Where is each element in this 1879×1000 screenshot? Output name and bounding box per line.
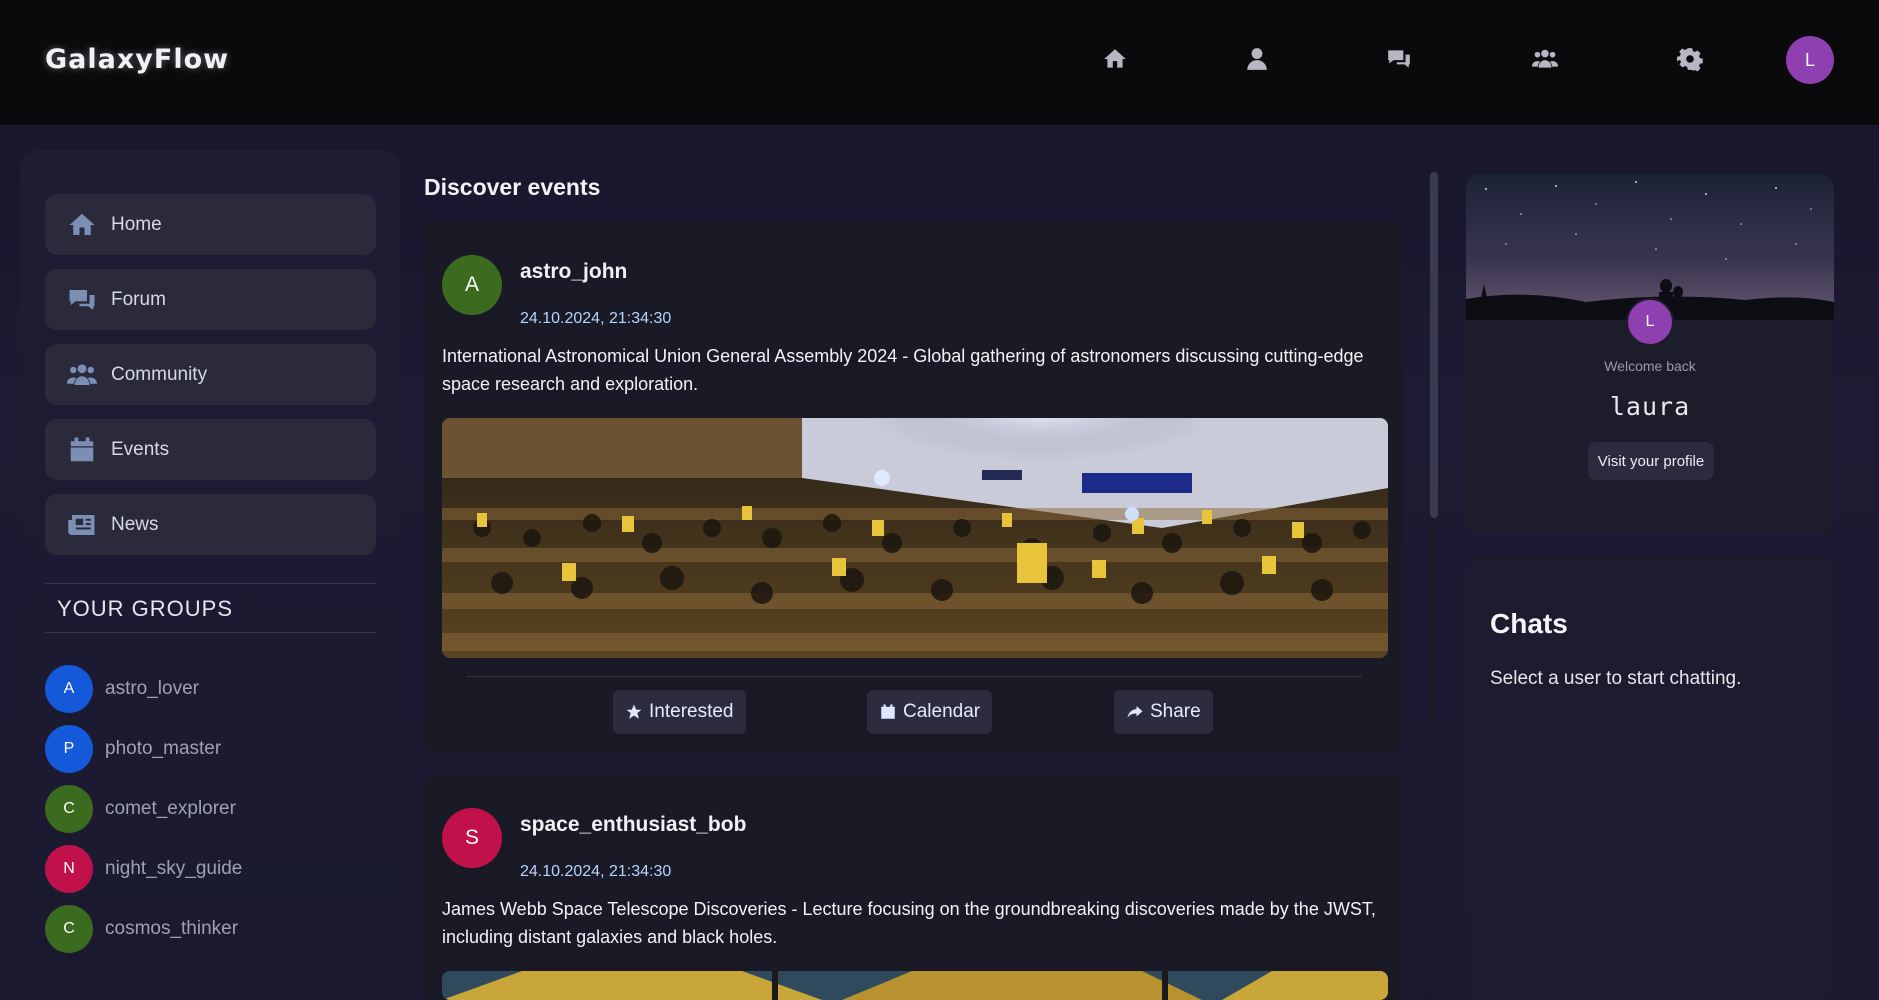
- sidebar-item-events[interactable]: Events: [45, 419, 376, 480]
- profile-card: L Welcome back laura Visit your profile: [1466, 174, 1834, 534]
- sidebar-item-label: News: [111, 513, 159, 535]
- event-date: 24.10.2024, 21:34:30: [520, 310, 672, 327]
- group-item-photo-master[interactable]: P photo_master: [45, 725, 221, 773]
- groups-heading: YOUR GROUPS: [45, 583, 376, 633]
- group-name: photo_master: [105, 738, 222, 759]
- user-icon[interactable]: [1242, 44, 1272, 74]
- users-icon[interactable]: [1530, 44, 1560, 74]
- calendar-button[interactable]: Calendar: [867, 690, 993, 734]
- group-name: astro_lover: [105, 678, 199, 699]
- user-avatar[interactable]: L: [1786, 36, 1834, 84]
- poster-name[interactable]: astro_john: [520, 260, 627, 284]
- chats-panel: Chats Select a user to start chatting.: [1466, 556, 1834, 1000]
- sidebar-item-label: Events: [111, 438, 170, 460]
- newspaper-icon: [68, 514, 95, 535]
- event-image[interactable]: [442, 971, 1388, 1000]
- group-avatar: C: [45, 785, 93, 833]
- group-avatar: A: [45, 665, 93, 713]
- group-avatar: C: [45, 905, 93, 953]
- visit-profile-button[interactable]: Visit your profile: [1588, 442, 1714, 480]
- poster-avatar[interactable]: A: [442, 255, 502, 315]
- group-name: night_sky_guide: [105, 858, 243, 879]
- sidebar-item-label: Home: [111, 213, 162, 235]
- sidebar-item-home[interactable]: Home: [45, 194, 376, 255]
- sidebar-item-label: Forum: [111, 288, 166, 310]
- share-button[interactable]: Share: [1114, 690, 1213, 734]
- home-icon[interactable]: [1100, 44, 1130, 74]
- feed-title: Discover events: [424, 174, 601, 200]
- group-name: comet_explorer: [105, 798, 236, 819]
- chats-empty-hint: Select a user to start chatting.: [1490, 668, 1742, 689]
- calendar-icon: [881, 704, 895, 719]
- share-label: Share: [1150, 701, 1201, 722]
- sidebar-item-forum[interactable]: Forum: [45, 269, 376, 330]
- group-item-astro-lover[interactable]: A astro_lover: [45, 665, 199, 713]
- calendar-icon: [70, 437, 94, 461]
- event-description: International Astronomical Union General…: [442, 346, 1364, 394]
- welcome-text: Welcome back: [1604, 358, 1696, 374]
- chats-title: Chats: [1490, 608, 1568, 639]
- event-card: S space_enthusiast_bob 24.10.2024, 21:34…: [424, 775, 1404, 1000]
- group-item-night-sky-guide[interactable]: N night_sky_guide: [45, 845, 242, 893]
- event-description: James Webb Space Telescope Discoveries -…: [442, 899, 1376, 947]
- top-navbar: GalaxyFlow L: [0, 0, 1879, 126]
- users-icon: [67, 363, 97, 385]
- sidebar-item-label: Community: [111, 363, 208, 385]
- poster-avatar[interactable]: S: [442, 808, 502, 868]
- interested-label: Interested: [649, 701, 734, 722]
- poster-name[interactable]: space_enthusiast_bob: [520, 813, 746, 837]
- gear-icon[interactable]: [1675, 44, 1705, 74]
- interested-button[interactable]: Interested: [613, 690, 746, 734]
- card-divider: [466, 676, 1362, 677]
- app-logo[interactable]: GalaxyFlow: [45, 44, 229, 75]
- event-image[interactable]: [442, 418, 1388, 658]
- profile-username: laura: [1609, 392, 1691, 421]
- feed-scrollbar-thumb[interactable]: [1430, 172, 1438, 518]
- event-date: 24.10.2024, 21:34:30: [520, 863, 672, 880]
- event-card: A astro_john 24.10.2024, 21:34:30 Intern…: [424, 222, 1404, 752]
- group-avatar: N: [45, 845, 93, 893]
- sidebar-item-community[interactable]: Community: [45, 344, 376, 405]
- group-avatar: P: [45, 725, 93, 773]
- sidebar-item-news[interactable]: News: [45, 494, 376, 555]
- profile-avatar[interactable]: L: [1626, 298, 1674, 346]
- home-icon: [69, 213, 95, 235]
- share-icon: [1127, 706, 1143, 718]
- star-icon: [626, 704, 642, 719]
- left-sidebar: Home Forum Community Events News YOUR GR…: [20, 150, 400, 1000]
- calendar-label: Calendar: [903, 701, 981, 722]
- group-item-comet-explorer[interactable]: C comet_explorer: [45, 785, 236, 833]
- comments-icon[interactable]: [1384, 44, 1414, 74]
- group-name: cosmos_thinker: [105, 918, 239, 939]
- comments-icon: [69, 289, 95, 310]
- group-item-cosmos-thinker[interactable]: C cosmos_thinker: [45, 905, 238, 953]
